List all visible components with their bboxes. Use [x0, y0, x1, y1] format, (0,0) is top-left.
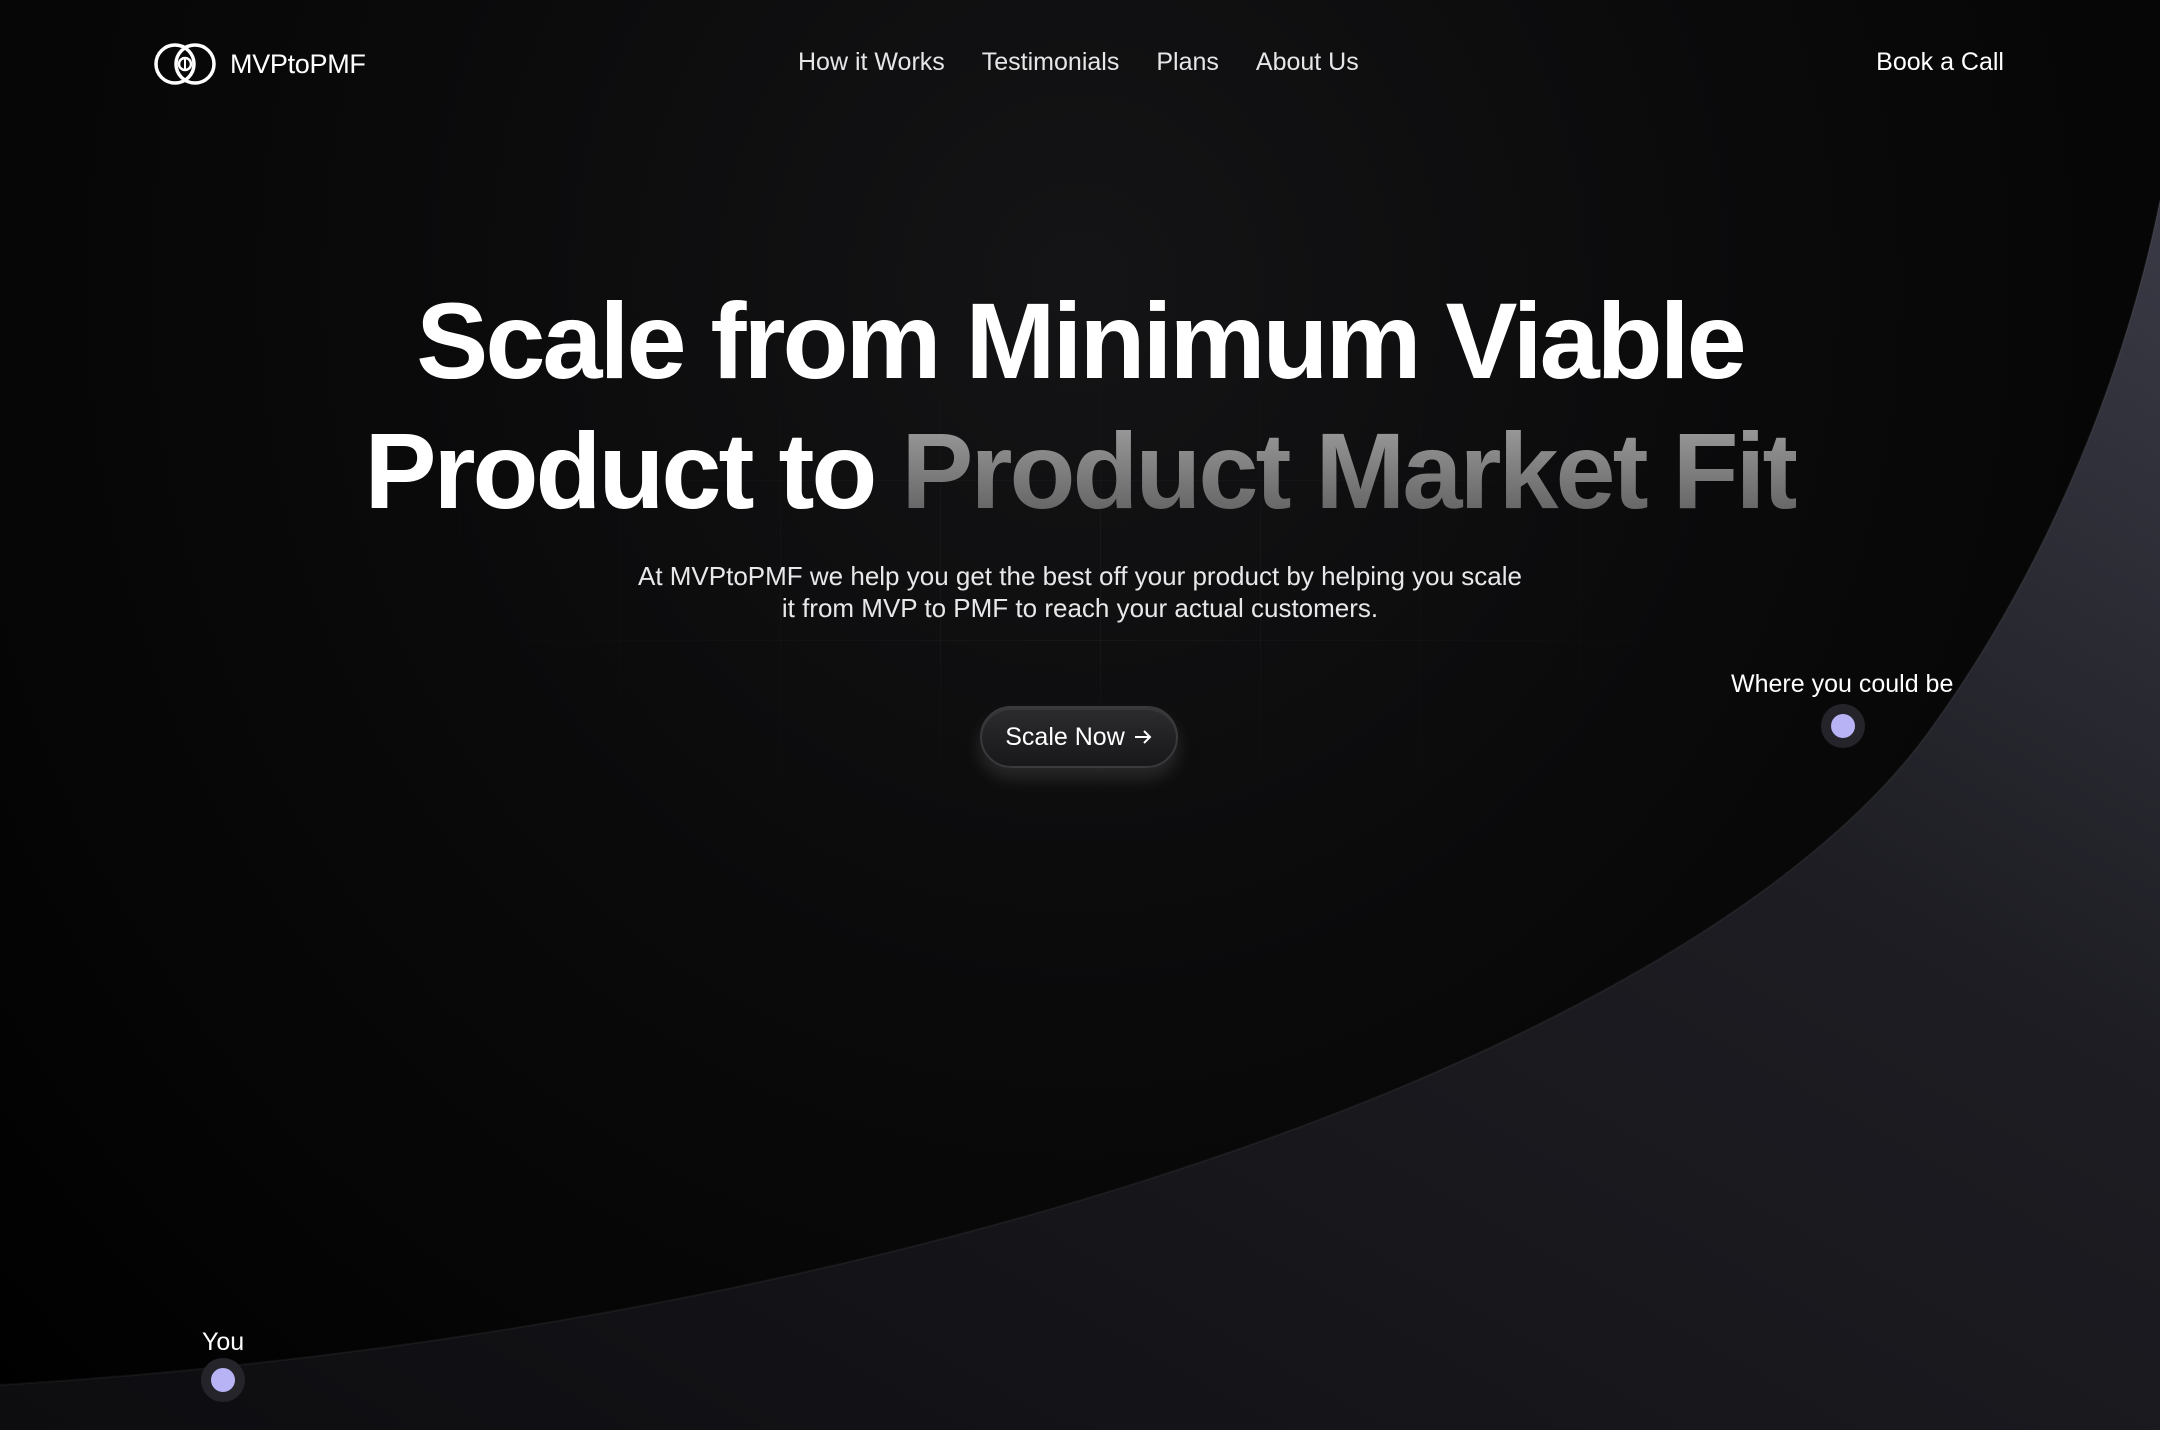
nav-link-how-it-works[interactable]: How it Works: [798, 48, 945, 77]
nav-link-about-us[interactable]: About Us: [1256, 48, 1359, 77]
start-marker-label: You: [202, 1328, 245, 1356]
hero-title: Scale from Minimum Viable Product to Pro…: [0, 276, 2160, 536]
landing-page: MVPtoPMF How it Works Testimonials Plans…: [0, 0, 2160, 1430]
interlocked-rings-logo-icon: [154, 43, 216, 85]
main-menu: How it Works Testimonials Plans About Us: [798, 48, 1359, 77]
brand-name: MVPtoPMF: [230, 48, 366, 79]
hero-title-text-2: Product to: [364, 410, 902, 531]
start-marker-dot: [201, 1358, 245, 1402]
nav-link-plans[interactable]: Plans: [1156, 48, 1219, 77]
start-marker-dot-core: [211, 1368, 235, 1392]
brand-logo[interactable]: MVPtoPMF: [154, 40, 366, 88]
nav-link-testimonials[interactable]: Testimonials: [982, 48, 1120, 77]
hero-subtitle-line-2: it from MVP to PMF to reach your actual …: [781, 593, 1379, 623]
hero-title-text-1: Scale from Minimum Viable: [416, 280, 1746, 401]
arrow-right-icon: [1134, 730, 1152, 744]
hero-title-line-2: Product to Product Market Fit: [0, 406, 2160, 536]
hero-subtitle-line-1: At MVPtoPMF we help you get the best off…: [637, 561, 1522, 591]
end-marker-dot-core: [1831, 714, 1855, 738]
scale-now-label: Scale Now: [1005, 722, 1125, 751]
hero-subtitle: At MVPtoPMF we help you get the best off…: [580, 560, 1580, 624]
end-marker-label: Where you could be: [1731, 670, 1954, 698]
scale-now-button[interactable]: Scale Now: [980, 706, 1178, 768]
hero-title-line-1: Scale from Minimum Viable: [0, 276, 2160, 406]
book-a-call-button[interactable]: Book a Call: [1876, 48, 2004, 77]
end-marker-dot: [1821, 704, 1865, 748]
hero-title-highlight: Product Market Fit: [901, 410, 1798, 531]
top-navigation: MVPtoPMF How it Works Testimonials Plans…: [0, 0, 2160, 130]
